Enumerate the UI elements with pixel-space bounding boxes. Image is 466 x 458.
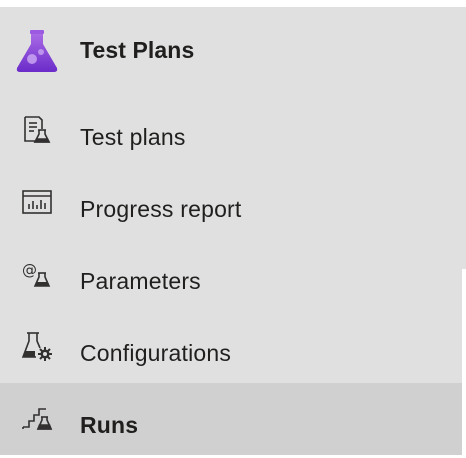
nav-item-label: Configurations bbox=[80, 340, 232, 366]
nav-item-progress-report[interactable]: Progress report bbox=[0, 167, 462, 239]
parameters-icon: @ bbox=[20, 259, 54, 293]
configurations-icon bbox=[20, 329, 54, 363]
nav-item-parameters[interactable]: @ Parameters bbox=[0, 239, 462, 311]
test-plans-header[interactable]: Test Plans bbox=[0, 7, 462, 95]
nav-item-label: Runs bbox=[80, 412, 139, 438]
nav-item-runs[interactable]: Runs bbox=[0, 383, 462, 455]
test-plans-nav: Test Plans Test plans Progress report @ … bbox=[0, 7, 462, 455]
progress-report-icon bbox=[20, 185, 54, 219]
test-plans-icon bbox=[20, 113, 54, 147]
flask-icon bbox=[14, 28, 60, 74]
nav-item-label: Test plans bbox=[80, 124, 186, 150]
nav-item-test-plans[interactable]: Test plans bbox=[0, 95, 462, 167]
nav-item-label: Progress report bbox=[80, 196, 242, 222]
page-title: Test Plans bbox=[80, 37, 195, 63]
svg-text:@: @ bbox=[22, 261, 37, 279]
scroll-edge bbox=[462, 7, 466, 269]
nav-item-configurations[interactable]: Configurations bbox=[0, 311, 462, 383]
nav-item-label: Parameters bbox=[80, 268, 201, 294]
runs-icon bbox=[20, 401, 54, 435]
